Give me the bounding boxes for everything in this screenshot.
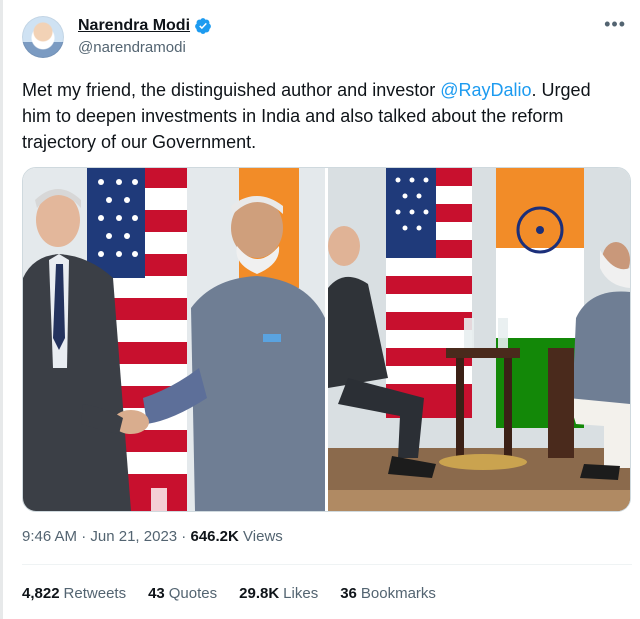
stat-label: Likes — [283, 585, 319, 602]
tweet-date[interactable]: Jun 21, 2023 — [90, 528, 177, 545]
handshake-illustration — [23, 168, 325, 511]
stat-label: Bookmarks — [360, 585, 436, 602]
tweet-text-part: Met my friend, the distinguished author … — [22, 80, 441, 100]
name-row: Narendra Modi — [78, 17, 212, 35]
stat-label: Retweets — [63, 585, 127, 602]
photo-seated-meeting[interactable] — [328, 168, 630, 511]
media-grid — [22, 167, 631, 512]
avatar[interactable] — [22, 16, 64, 58]
views-count: 646.2K — [190, 528, 239, 545]
stat-label: Quotes — [168, 585, 218, 602]
meta-separator: · — [177, 528, 191, 545]
photo-handshake[interactable] — [23, 168, 325, 511]
meta-separator: · — [77, 528, 91, 545]
stat-quotes[interactable]: 43 Quotes — [148, 585, 217, 602]
display-name[interactable]: Narendra Modi — [78, 17, 190, 35]
tweet-text: Met my friend, the distinguished author … — [22, 77, 602, 155]
tweet-time[interactable]: 9:46 AM — [22, 528, 77, 545]
stat-bookmarks[interactable]: 36 Bookmarks — [340, 585, 436, 602]
stat-count: 36 — [340, 585, 357, 602]
divider — [22, 564, 632, 565]
handle[interactable]: @narendramodi — [78, 39, 186, 56]
left-rail — [0, 0, 3, 619]
mention-link[interactable]: @RayDalio — [440, 80, 531, 100]
views-label: Views — [243, 528, 283, 545]
stat-count: 29.8K — [239, 585, 280, 602]
verified-badge-icon — [195, 18, 211, 34]
stat-likes[interactable]: 29.8K Likes — [239, 585, 318, 602]
stat-retweets[interactable]: 4,822 Retweets — [22, 585, 126, 602]
tweet-meta: 9:46 AM · Jun 21, 2023 · 646.2K Views — [22, 528, 283, 545]
stat-count: 43 — [148, 585, 165, 602]
engagement-stats: 4,822 Retweets 43 Quotes 29.8K Likes 36 Book… — [22, 585, 436, 602]
stat-count: 4,822 — [22, 585, 60, 602]
more-icon[interactable]: ••• — [604, 15, 626, 33]
meeting-illustration — [328, 168, 630, 511]
tweet-header: Narendra Modi @narendramodi ••• — [22, 12, 632, 62]
